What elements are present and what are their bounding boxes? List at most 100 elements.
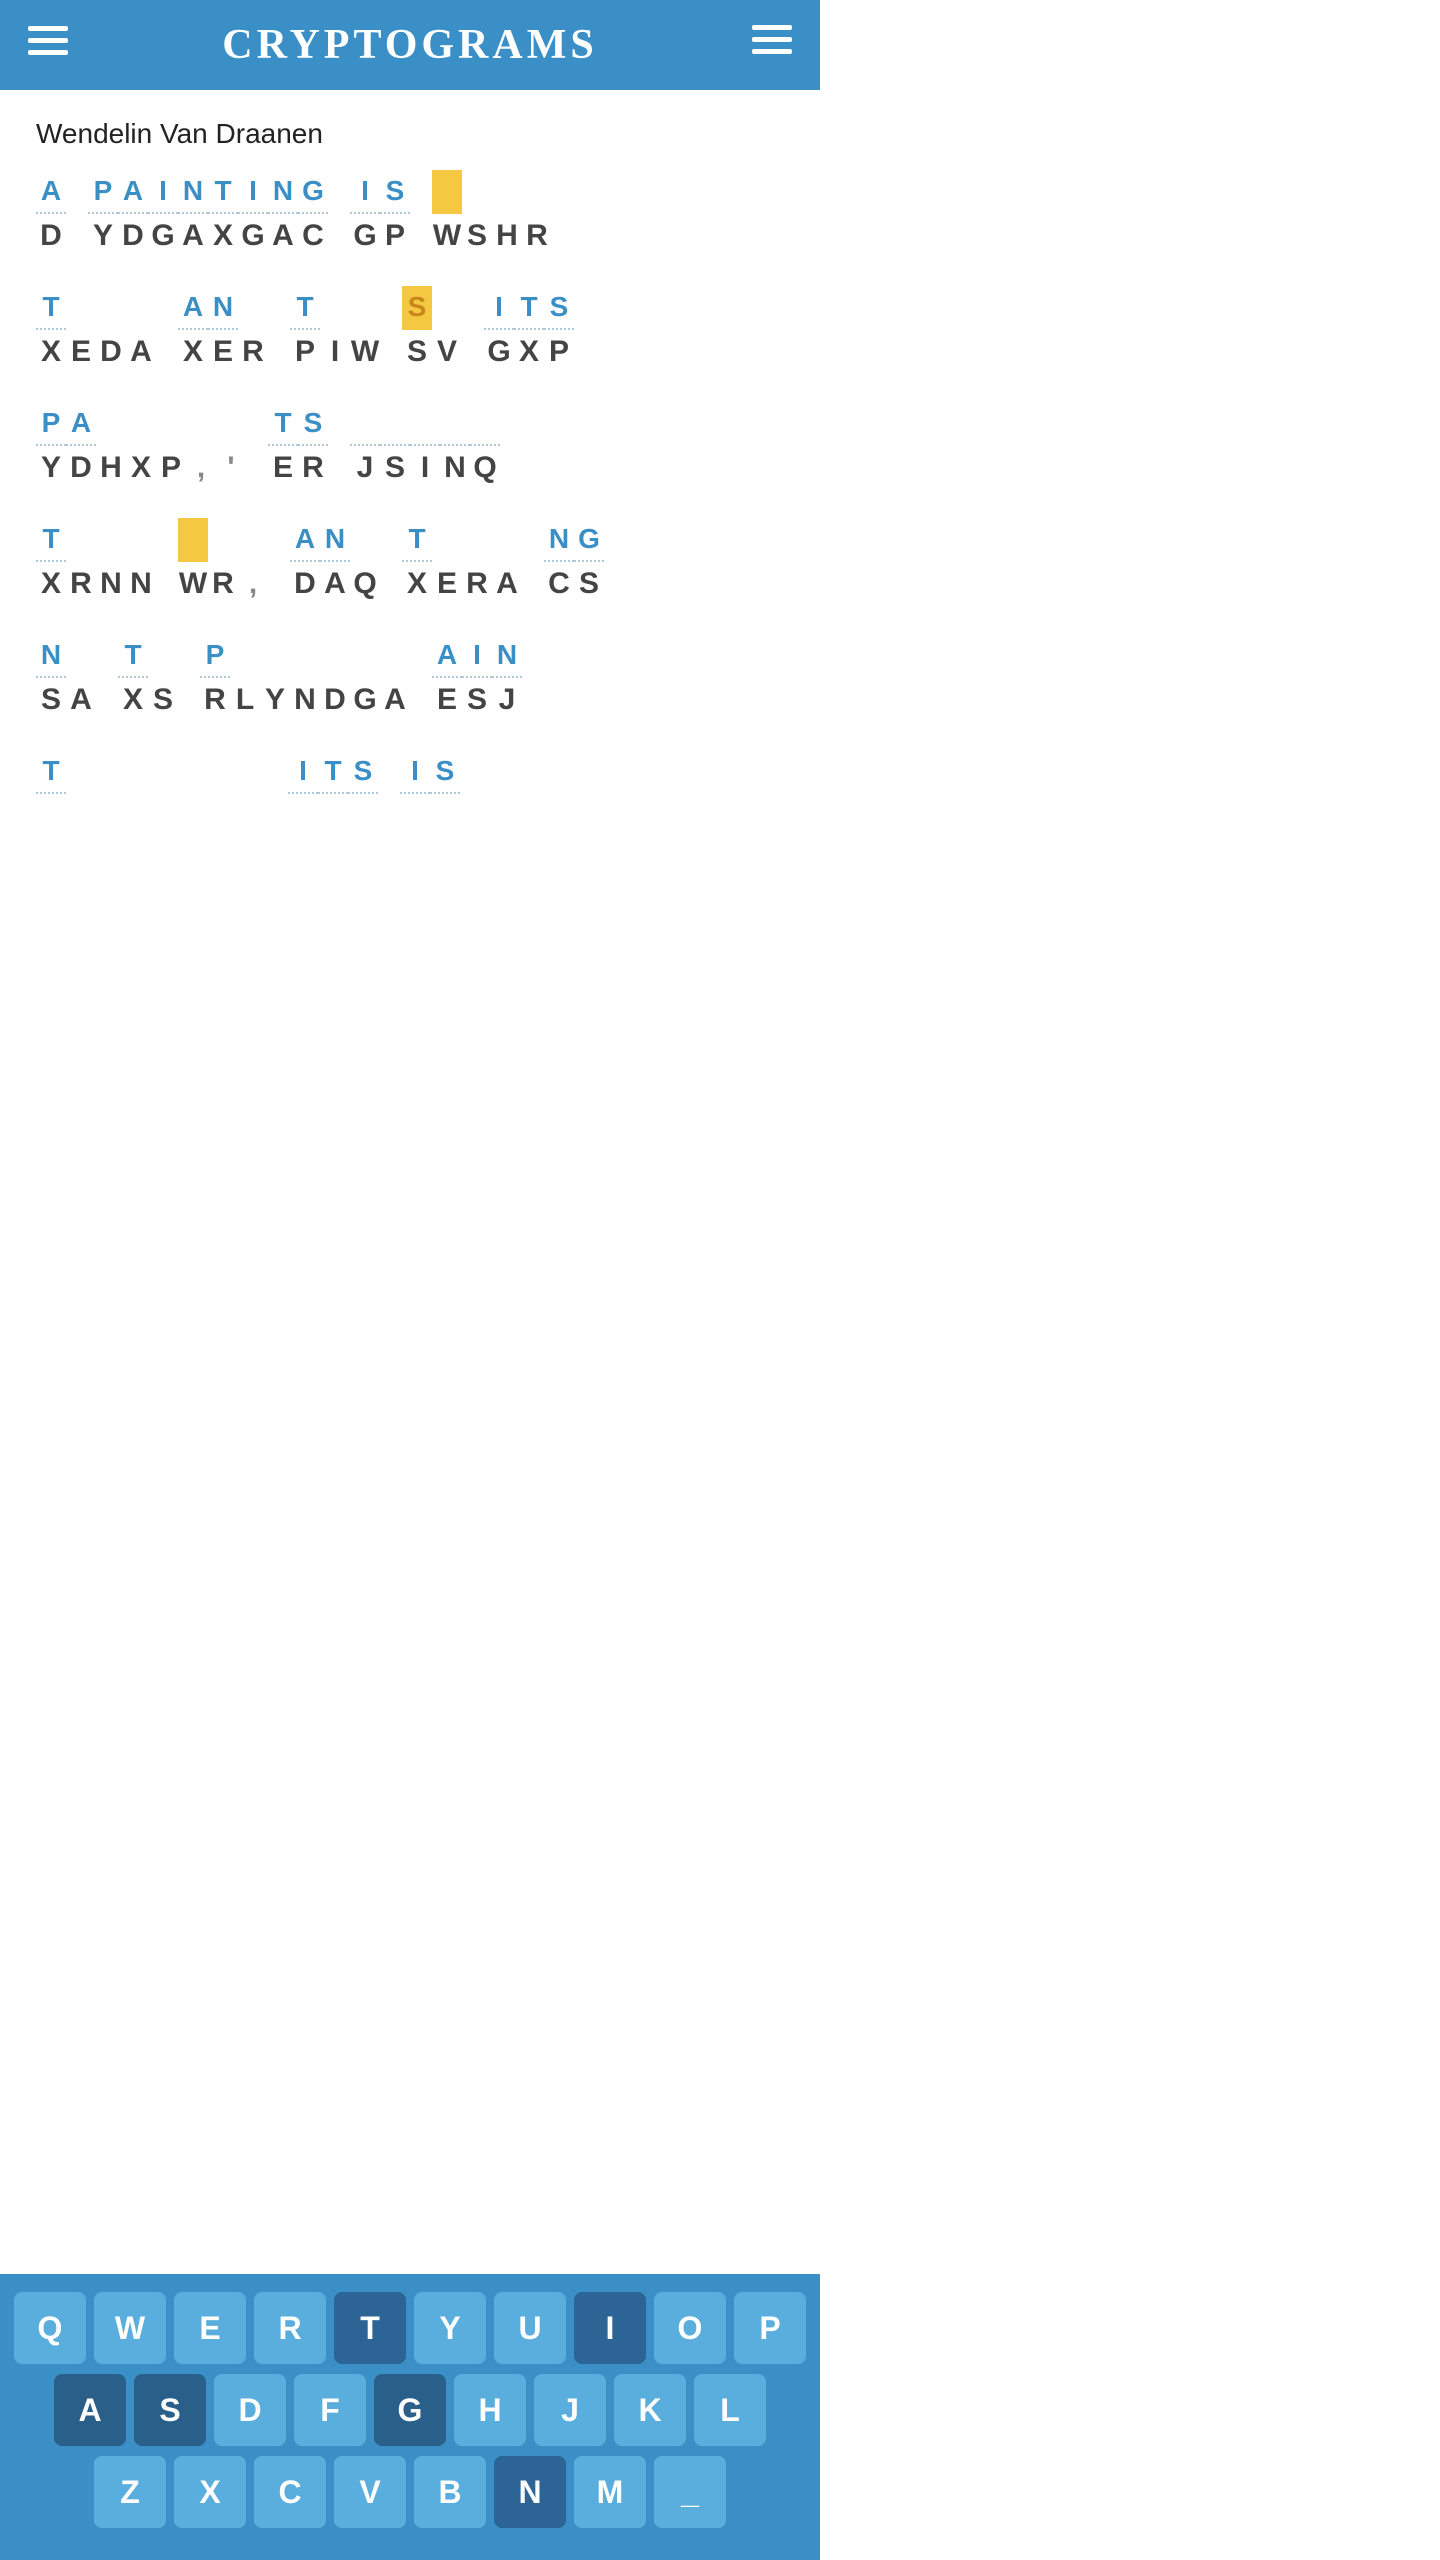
key-a[interactable]: A xyxy=(54,2374,126,2446)
decoded-letter[interactable]: S xyxy=(298,402,328,446)
decoded-letter[interactable]: T xyxy=(208,170,238,214)
word-pair: I T S G X P xyxy=(484,286,574,374)
decoded-letter[interactable] xyxy=(410,402,440,446)
menu-icon[interactable] xyxy=(752,25,792,66)
encoded-letter: R xyxy=(200,678,230,722)
key-y[interactable]: Y xyxy=(414,2292,486,2364)
decoded-letter[interactable]: T xyxy=(36,518,66,562)
key-o[interactable]: O xyxy=(654,2292,726,2364)
key-f[interactable]: F xyxy=(294,2374,366,2446)
decoded-letter[interactable]: T xyxy=(402,518,432,562)
encoded-letter: G xyxy=(484,330,514,374)
encoded-letter: E xyxy=(432,678,462,722)
encoded-letter: W xyxy=(432,214,462,258)
decoded-letter[interactable]: S xyxy=(430,750,460,794)
decoded-letter[interactable]: A xyxy=(66,402,96,446)
decoded-letter[interactable]: G xyxy=(298,170,328,214)
word-pair: T X S xyxy=(118,634,178,722)
decoded-letter[interactable]: N xyxy=(36,634,66,678)
decoded-letter[interactable]: N xyxy=(544,518,574,562)
decoded-letter[interactable]: T xyxy=(290,286,320,330)
decoded-line: T I T S xyxy=(36,750,784,816)
key-g[interactable]: G xyxy=(374,2374,446,2446)
key-j[interactable]: J xyxy=(534,2374,606,2446)
decoded-letter[interactable]: I xyxy=(238,170,268,214)
key-h[interactable]: H xyxy=(454,2374,526,2446)
key-b[interactable]: B xyxy=(414,2456,486,2528)
decoded-letter[interactable]: A xyxy=(36,170,66,214)
decoded-letter[interactable] xyxy=(440,402,470,446)
decoded-letter[interactable] xyxy=(350,402,380,446)
decoded-letter[interactable]: P xyxy=(88,170,118,214)
encoded-letter: G xyxy=(148,214,178,258)
keyboard: Q W E R T Y U I O P A S D F G H J K L Z … xyxy=(0,2274,820,2560)
key-m[interactable]: M xyxy=(574,2456,646,2528)
decoded-letter[interactable]: S xyxy=(348,750,378,794)
decoded-letter[interactable]: P xyxy=(36,402,66,446)
key-x[interactable]: X xyxy=(174,2456,246,2528)
bars-icon[interactable] xyxy=(28,26,68,65)
encoded-letter: X xyxy=(118,678,148,722)
decoded-letter[interactable] xyxy=(470,402,500,446)
decoded-letter[interactable]: T xyxy=(36,286,66,330)
decoded-letter-highlighted[interactable] xyxy=(178,518,208,562)
encoded-letter: S xyxy=(462,678,492,722)
decoded-letter[interactable]: T xyxy=(318,750,348,794)
key-n[interactable]: N xyxy=(494,2456,566,2528)
key-q[interactable]: Q xyxy=(14,2292,86,2364)
key-z[interactable]: Z xyxy=(94,2456,166,2528)
key-s[interactable]: S xyxy=(134,2374,206,2446)
decoded-letter[interactable]: I xyxy=(484,286,514,330)
decoded-letter[interactable]: N xyxy=(178,170,208,214)
encoded-letter: X xyxy=(36,562,66,606)
decoded-letter-highlighted[interactable]: S xyxy=(402,286,432,330)
encoded-letter: E xyxy=(66,330,96,374)
decoded-letter[interactable]: A xyxy=(118,170,148,214)
key-k[interactable]: K xyxy=(614,2374,686,2446)
encoded-letter: P xyxy=(380,214,410,258)
key-t[interactable]: T xyxy=(334,2292,406,2364)
decoded-letter[interactable]: T xyxy=(514,286,544,330)
key-p[interactable]: P xyxy=(734,2292,806,2364)
key-i[interactable]: I xyxy=(574,2292,646,2364)
key-d[interactable]: D xyxy=(214,2374,286,2446)
decoded-letter[interactable]: S xyxy=(544,286,574,330)
decoded-letter[interactable] xyxy=(380,402,410,446)
encoded-letter: A xyxy=(268,214,298,258)
key-u[interactable]: U xyxy=(494,2292,566,2364)
encoded-letter: D xyxy=(96,330,126,374)
decoded-letter[interactable]: A xyxy=(178,286,208,330)
decoded-letter[interactable]: I xyxy=(148,170,178,214)
key-underscore[interactable]: _ xyxy=(654,2456,726,2528)
decoded-letter[interactable]: G xyxy=(574,518,604,562)
key-r[interactable]: R xyxy=(254,2292,326,2364)
decoded-letter[interactable]: I xyxy=(288,750,318,794)
decoded-letter[interactable]: T xyxy=(268,402,298,446)
word-pair: I T S xyxy=(288,750,378,812)
key-c[interactable]: C xyxy=(254,2456,326,2528)
decoded-letter[interactable]: T xyxy=(118,634,148,678)
decoded-letter[interactable]: A xyxy=(432,634,462,678)
decoded-letter[interactable]: I xyxy=(462,634,492,678)
key-e[interactable]: E xyxy=(174,2292,246,2364)
decoded-letter[interactable]: I xyxy=(350,170,380,214)
encoded-letter: X xyxy=(402,562,432,606)
encoded-letter: A xyxy=(380,678,410,722)
encoded-letter: I xyxy=(410,446,440,490)
decoded-letter[interactable]: S xyxy=(380,170,410,214)
key-v[interactable]: V xyxy=(334,2456,406,2528)
decoded-letter-highlighted[interactable] xyxy=(432,170,462,214)
decoded-letter[interactable]: T xyxy=(36,750,66,794)
decoded-letter[interactable]: N xyxy=(320,518,350,562)
decoded-line: N S A T X S P xyxy=(36,634,784,726)
decoded-letter[interactable]: P xyxy=(200,634,230,678)
encoded-letter: L xyxy=(230,678,260,722)
decoded-letter[interactable]: N xyxy=(208,286,238,330)
key-l[interactable]: L xyxy=(694,2374,766,2446)
puzzle-line-group: T X E D A A N X E R xyxy=(36,286,784,378)
decoded-letter[interactable]: I xyxy=(400,750,430,794)
key-w[interactable]: W xyxy=(94,2292,166,2364)
decoded-letter[interactable]: N xyxy=(492,634,522,678)
decoded-letter[interactable]: N xyxy=(268,170,298,214)
decoded-letter[interactable]: A xyxy=(290,518,320,562)
